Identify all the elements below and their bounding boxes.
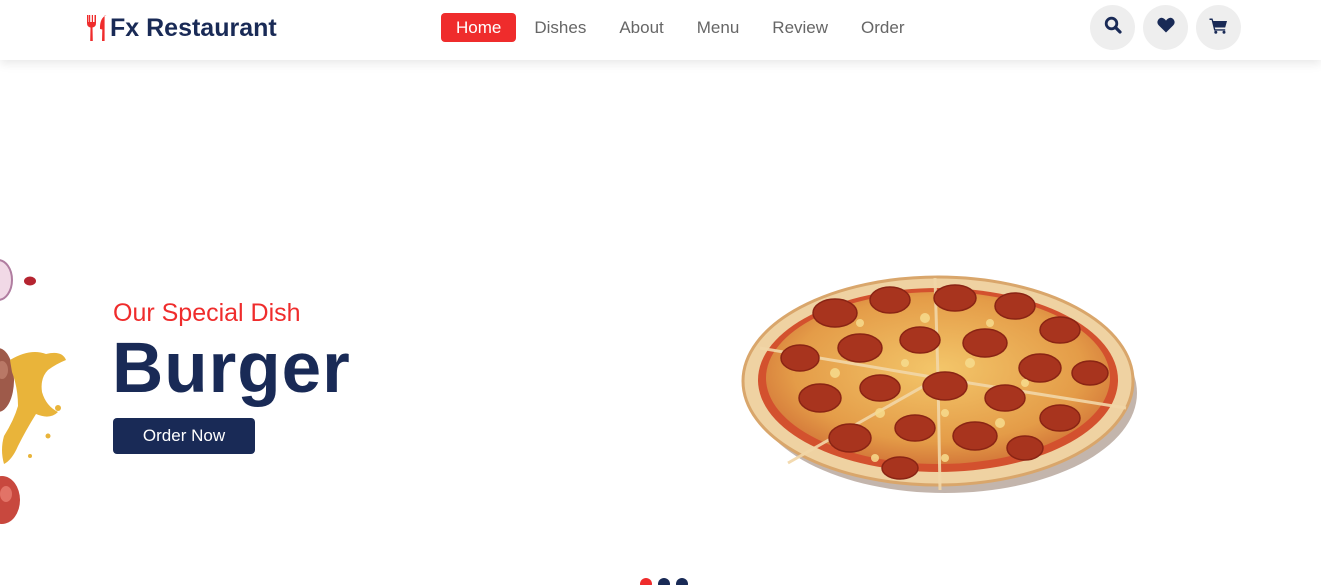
brand-logo[interactable]: Fx Restaurant bbox=[86, 13, 277, 43]
nav-menu[interactable]: Menu bbox=[697, 13, 740, 42]
main-nav: Home Dishes About Menu Review Order bbox=[441, 13, 938, 42]
cart-button[interactable] bbox=[1196, 5, 1241, 50]
search-button[interactable] bbox=[1090, 5, 1135, 50]
nav-order[interactable]: Order bbox=[861, 13, 904, 42]
slider-dot[interactable] bbox=[676, 578, 688, 585]
site-header: Fx Restaurant Home Dishes About Menu Rev… bbox=[0, 0, 1321, 60]
slider-dot[interactable] bbox=[658, 578, 670, 585]
slider-dot[interactable] bbox=[640, 578, 652, 585]
nav-home[interactable]: Home bbox=[441, 13, 517, 42]
order-now-button[interactable]: Order Now bbox=[113, 418, 255, 454]
slider-pagination bbox=[640, 578, 688, 585]
hero-subtitle: Our Special Dish bbox=[113, 299, 301, 327]
favorites-button[interactable] bbox=[1143, 5, 1188, 50]
nav-dishes[interactable]: Dishes bbox=[534, 13, 586, 42]
nav-about[interactable]: About bbox=[619, 13, 663, 42]
cart-icon bbox=[1209, 17, 1228, 39]
decorative-food-splash bbox=[0, 250, 80, 540]
header-icons bbox=[1090, 5, 1241, 50]
hero-title: Burger bbox=[112, 329, 351, 408]
utensils-icon bbox=[86, 14, 108, 42]
heart-icon bbox=[1156, 17, 1175, 38]
nav-review[interactable]: Review bbox=[772, 13, 828, 42]
brand-name: Fx Restaurant bbox=[110, 13, 277, 42]
pizza-image bbox=[740, 268, 1140, 500]
search-icon bbox=[1104, 16, 1122, 39]
